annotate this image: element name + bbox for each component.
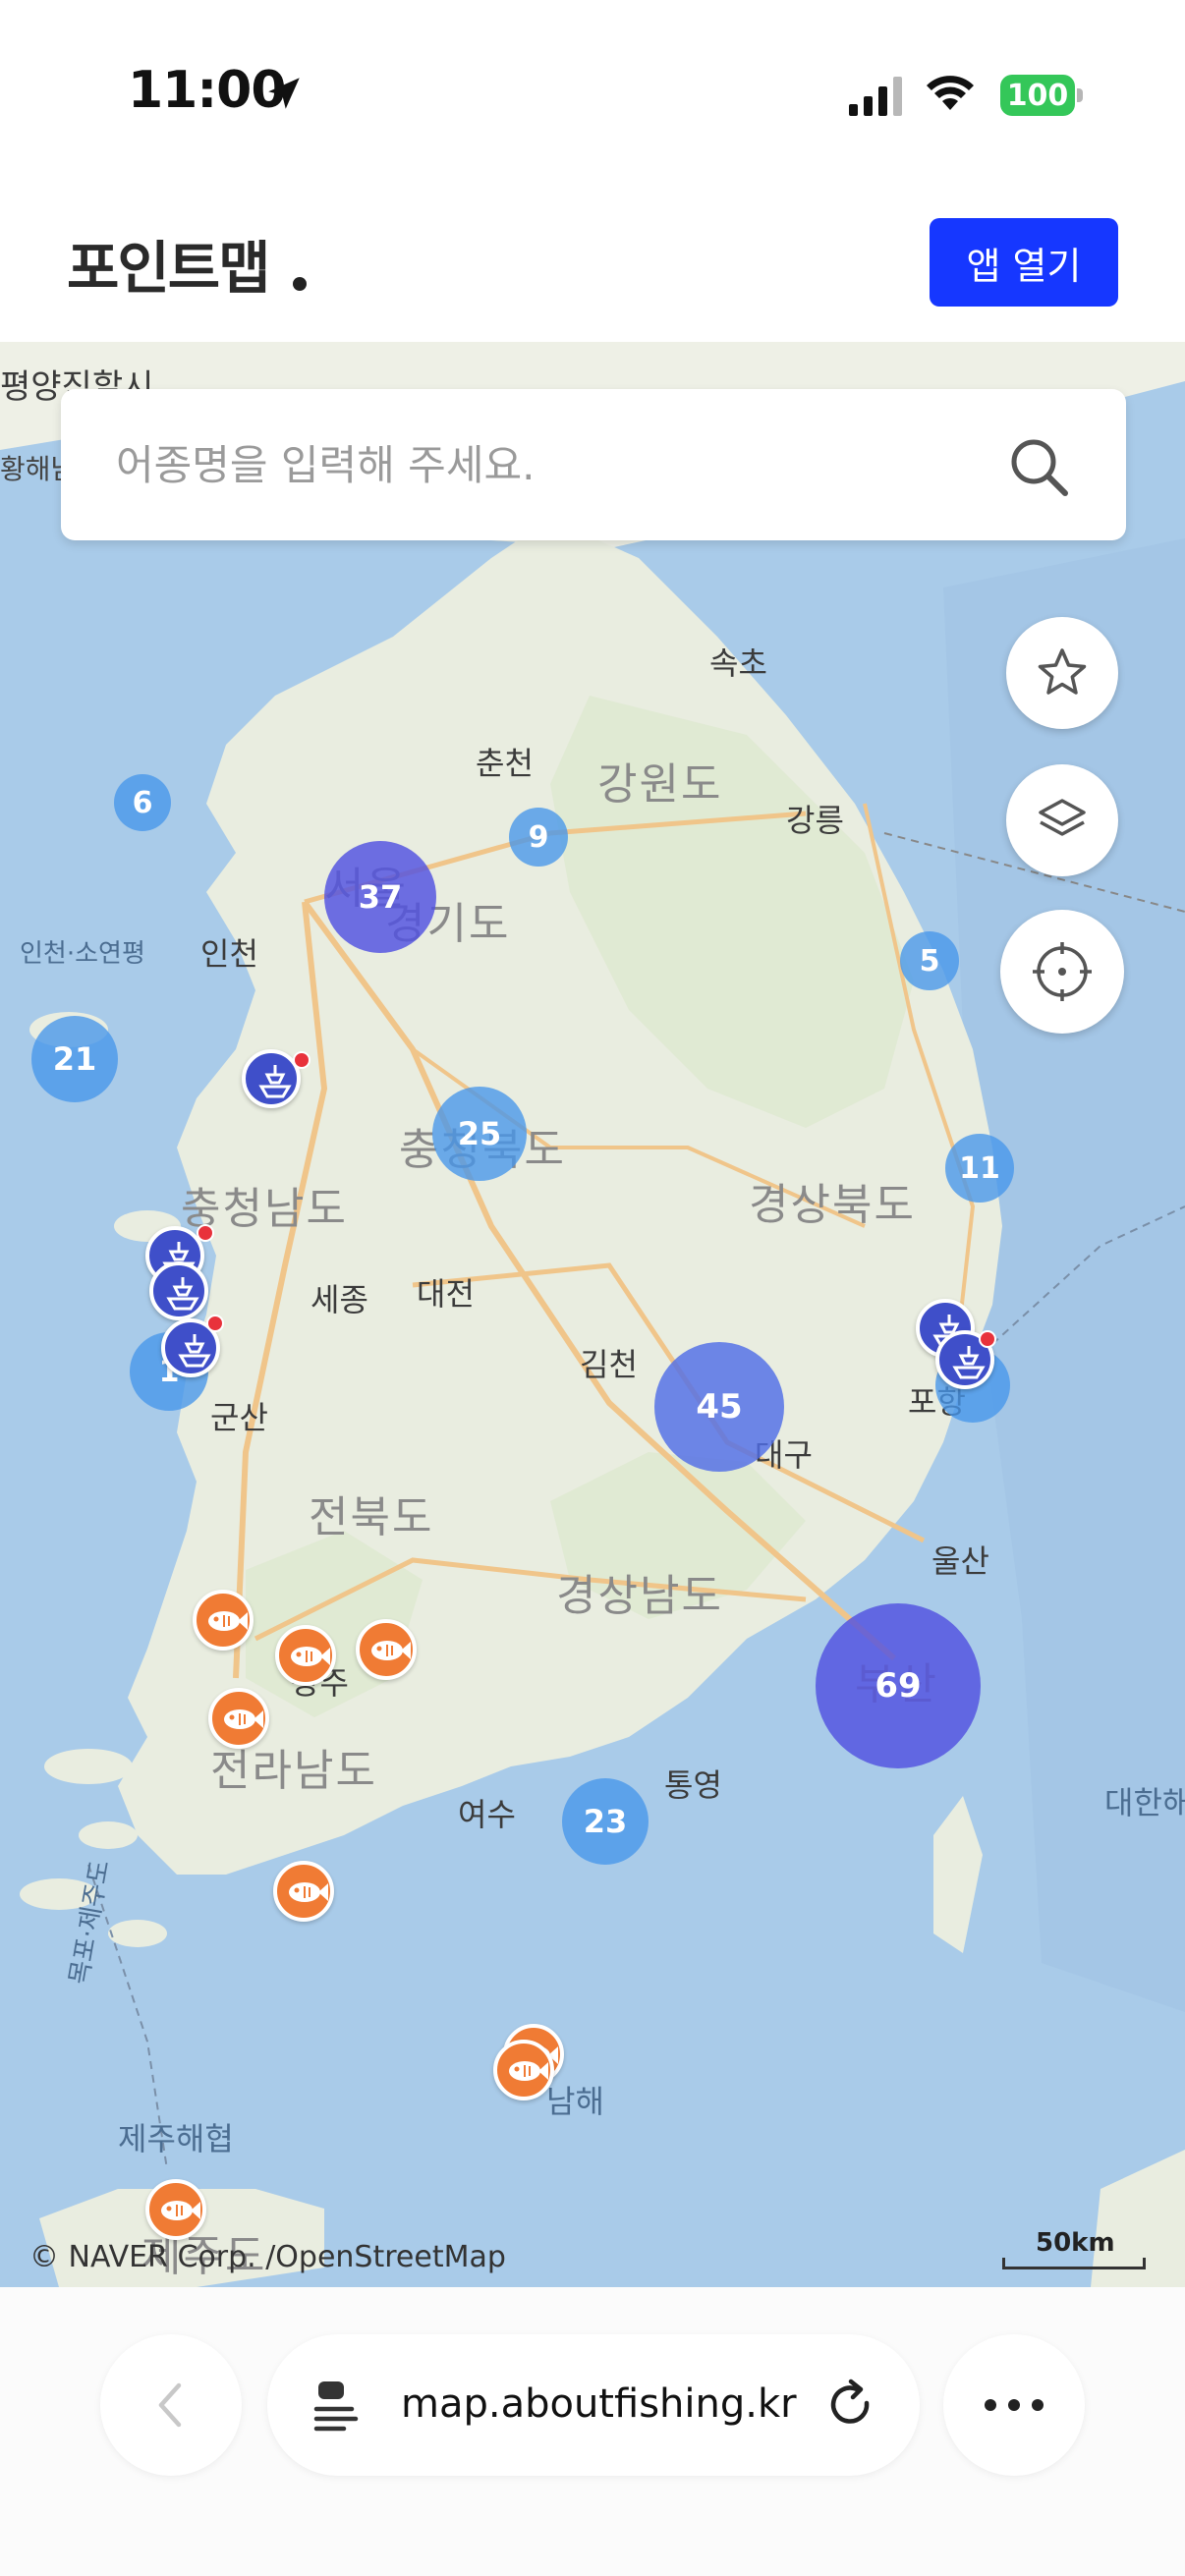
place-label: 통영 — [664, 1766, 722, 1804]
fish-marker-icon[interactable] — [208, 1688, 269, 1749]
cellular-signal-icon — [849, 77, 902, 116]
fish-marker-icon[interactable] — [493, 2040, 554, 2100]
place-label: 대전 — [417, 1275, 475, 1313]
map-scale: 50km — [1000, 2228, 1148, 2271]
place-label: 강원도 — [597, 759, 723, 810]
boat-marker-icon[interactable] — [149, 1261, 208, 1320]
cluster-marker[interactable]: 69 — [816, 1603, 981, 1768]
search-bar — [61, 389, 1126, 540]
wifi-icon — [927, 76, 974, 110]
battery-indicator: 100 — [1000, 75, 1083, 116]
place-label: 제주해협 — [118, 2120, 234, 2157]
scale-bar — [1002, 2258, 1146, 2269]
back-button[interactable] — [100, 2334, 242, 2476]
cluster-marker[interactable]: 9 — [509, 808, 568, 867]
app-header: 포인트맵 앱 열기 — [0, 196, 1185, 342]
status-time: 11:00 — [128, 61, 287, 120]
status-bar: 11:00 100 — [0, 0, 1185, 196]
place-label: 남해 — [546, 2083, 604, 2120]
place-label: 경상북도 — [749, 1180, 916, 1230]
battery-level: 100 — [1006, 79, 1069, 113]
place-label: 속초 — [709, 644, 767, 682]
address-bar[interactable]: map.aboutfishing.kr — [267, 2334, 920, 2476]
crosshair-icon — [1033, 942, 1092, 1001]
cluster-marker[interactable]: 45 — [654, 1342, 784, 1472]
place-label: 군산 — [210, 1399, 268, 1436]
layers-button[interactable] — [1006, 764, 1118, 876]
place-label: 울산 — [931, 1542, 989, 1580]
current-location-button[interactable] — [1000, 910, 1124, 1034]
more-dots-icon — [985, 2399, 1044, 2411]
alert-dot — [293, 1051, 310, 1069]
place-label: 강릉 — [786, 802, 844, 839]
alert-dot — [197, 1224, 214, 1242]
chevron-left-icon — [158, 2382, 182, 2428]
place-label: 세종 — [310, 1281, 368, 1318]
cluster-marker[interactable]: 23 — [562, 1778, 649, 1865]
alert-dot — [979, 1330, 996, 1348]
place-label: 여수 — [458, 1796, 516, 1833]
fish-marker-icon[interactable] — [273, 1861, 334, 1922]
place-label: 춘천 — [476, 745, 534, 782]
browser-toolbar: map.aboutfishing.kr — [0, 2287, 1185, 2576]
open-app-button[interactable]: 앱 열기 — [930, 218, 1118, 307]
place-label: 김천 — [580, 1346, 638, 1383]
map-view[interactable]: 평양직할시 황해남도 속초 춘천 강원도 강릉 서울 경기도 인천 인천·소연평… — [0, 342, 1185, 2287]
alert-dot — [206, 1315, 224, 1332]
place-label: 인천 — [200, 935, 258, 973]
brand-dot — [293, 277, 307, 291]
place-label: 인천·소연평 — [20, 939, 145, 969]
layers-icon — [1039, 799, 1086, 836]
cluster-marker[interactable]: 6 — [114, 774, 171, 831]
star-icon — [1038, 648, 1087, 695]
fish-marker-icon[interactable] — [193, 1590, 254, 1651]
brand-logo[interactable]: 포인트맵 — [67, 222, 270, 305]
place-label: 경상남도 — [556, 1571, 723, 1621]
more-button[interactable] — [943, 2334, 1085, 2476]
boat-marker-icon[interactable] — [242, 1049, 301, 1108]
cluster-marker[interactable]: 5 — [900, 931, 959, 990]
search-input[interactable] — [116, 430, 981, 499]
fish-marker-icon[interactable] — [356, 1619, 417, 1680]
cluster-marker[interactable]: 37 — [324, 841, 436, 953]
url-text: map.aboutfishing.kr — [401, 2381, 797, 2427]
fish-marker-icon[interactable] — [145, 2179, 206, 2240]
cluster-marker[interactable]: 21 — [31, 1016, 118, 1102]
location-arrow-icon — [268, 78, 300, 109]
place-label: 대한해 — [1104, 1784, 1185, 1821]
search-icon[interactable] — [1004, 432, 1073, 501]
scale-label: 50km — [1036, 2228, 1115, 2258]
battery-tip — [1077, 88, 1083, 102]
cluster-marker[interactable]: 25 — [432, 1087, 527, 1181]
place-label: 전북도 — [309, 1492, 434, 1542]
fish-marker-icon[interactable] — [275, 1625, 336, 1686]
page-menu-icon[interactable] — [312, 2380, 364, 2433]
cluster-marker[interactable]: 11 — [945, 1134, 1014, 1203]
favorite-button[interactable] — [1006, 617, 1118, 729]
reload-icon[interactable] — [823, 2378, 878, 2433]
map-attribution: © NAVER Corp. /OpenStreetMap — [29, 2240, 506, 2274]
